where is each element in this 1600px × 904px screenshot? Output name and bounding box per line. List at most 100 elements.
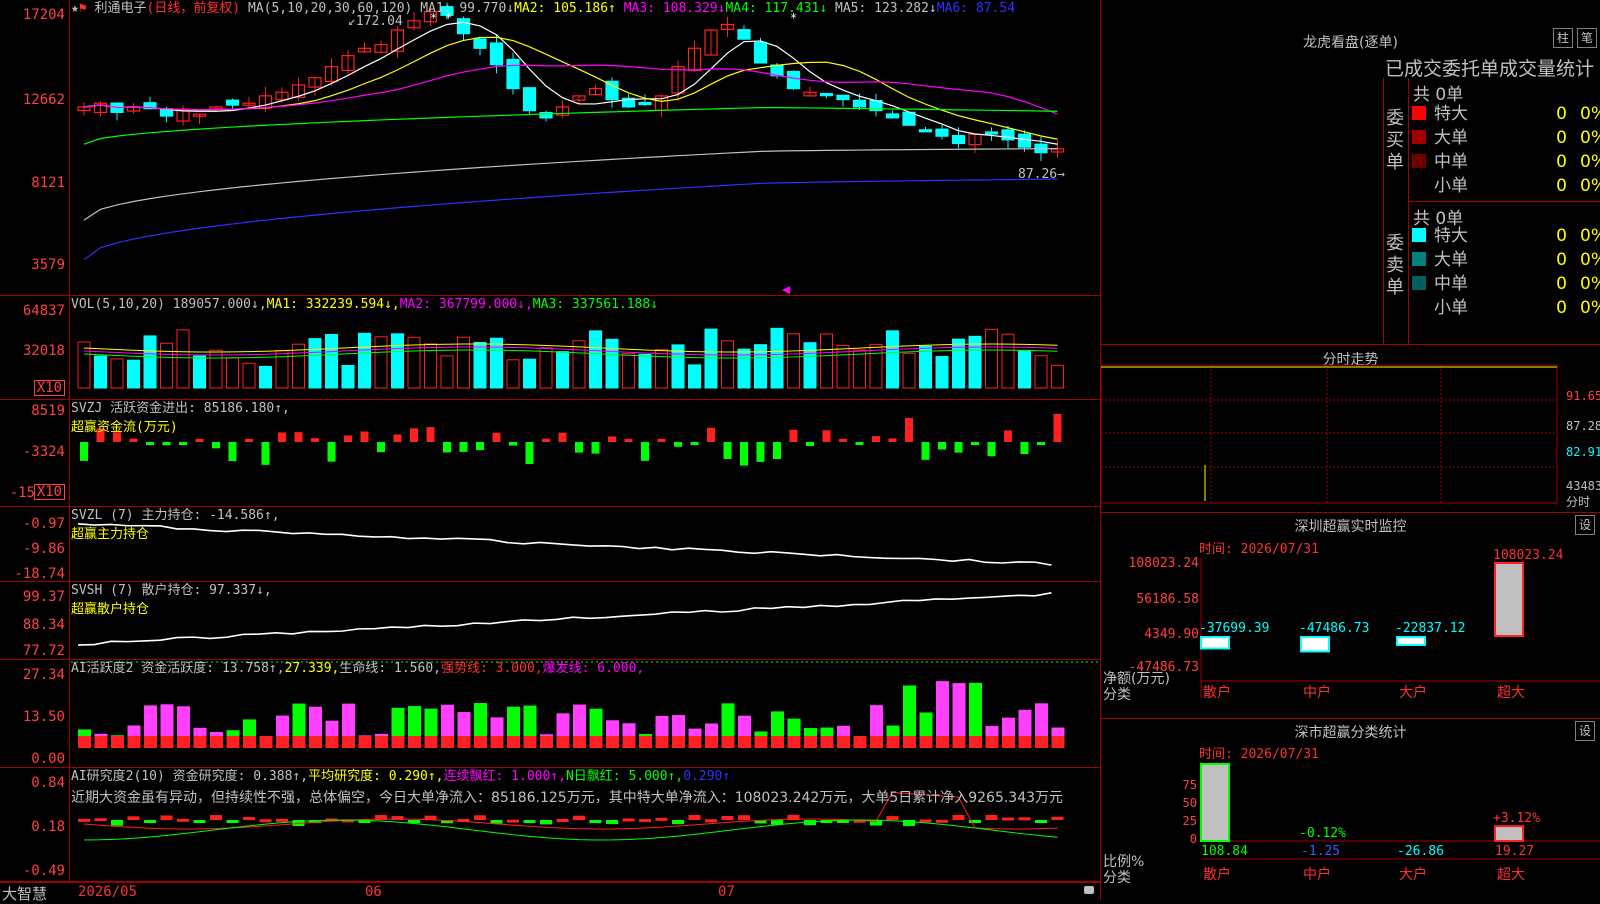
flow-bar [674,442,682,447]
research-bar [111,820,123,826]
volume-bar [721,340,734,389]
retail-holding-line [77,592,1052,646]
flow-bar [525,442,534,465]
candle [506,58,520,90]
stats-value: 19.27 [1495,844,1534,859]
ma4-value: MA4: 117.431↓ [725,1,828,16]
star-icon[interactable]: ★ [71,1,79,16]
svzj-subtitle: 超赢资金流(万元) [71,420,178,435]
svzj-pane[interactable]: 8519 -3324 -15 X10 SVZJ 活跃资金进出: 85186.18… [0,400,1100,507]
flow-bar [261,442,270,465]
research-bar [936,819,948,823]
color-swatch [1412,106,1426,120]
volume-bar [1034,355,1048,389]
research-bar [919,819,932,823]
activity-base [144,736,157,748]
bar-mode-button[interactable]: 柱 [1553,28,1573,48]
volume-bar [77,341,91,389]
fenshi-unit: 分时 [1566,495,1591,509]
flow-bar [773,442,781,460]
candle [984,131,999,135]
research-bar [259,819,272,823]
research-bar [672,820,684,825]
flow-bar [311,438,319,442]
price-chart: * * * [77,2,1065,294]
price-pane[interactable]: 17204 12662 8121 3579 * * * ★⚑ 利通电子(日线，前复权… [0,0,1100,296]
volume-bar [886,330,899,389]
tick-mode-button[interactable]: 笔 [1577,28,1597,48]
flow-bar [839,439,847,442]
monitor-bar [1200,636,1230,650]
monitor-bar [1300,636,1330,653]
research-bar [226,820,239,823]
brand-label: 大智慧 [2,885,48,903]
ai-research-chart [78,791,1064,841]
activity-base [507,736,520,748]
date-label: 07 [718,884,735,900]
cls-label: 分类 [1103,687,1131,703]
volume-bar [589,330,602,389]
row-value: 0 [1556,104,1567,124]
color-swatch [1412,300,1426,314]
activity-base [952,736,966,748]
volume-bar [853,349,866,389]
vol-ma-line [83,343,1058,353]
volume-bar [275,349,289,389]
activity-base [424,736,438,748]
burst-line: 爆发线: 6.000, [542,661,645,676]
flow-bar [492,432,501,442]
activity-base [193,736,207,748]
flow-bar [1037,442,1045,445]
activity-base [606,736,619,748]
row-percent: 0% [1580,104,1600,124]
lock-icon[interactable] [1084,886,1094,894]
ai-research-pane[interactable]: 0.84 0.18 -0.49 AI研究度2(10) 资金研究度: 0.388↑… [0,768,1100,882]
row-value: 0 [1556,298,1567,318]
flag-icon[interactable]: ⚑ [79,1,95,16]
stats-value: 108.84 [1201,844,1248,859]
monitor-bar [1494,562,1524,637]
flow-bar [806,442,814,447]
fenshi-tick: 91.65 [1566,389,1600,403]
svsh-pane[interactable]: 99.37 88.34 77.72 SVSH (7) 散户持仓: 97.337↓… [0,582,1100,660]
candle [951,134,966,145]
volume-bar [539,347,553,389]
volume-bar [770,327,784,389]
low-price-label: 87.26→ [1018,167,1065,182]
volume-pane[interactable]: 64837 32018 X10 VOL(5,10,20) 189057.000↓… [0,296,1100,400]
activity-base [771,736,784,748]
flow-bar [789,429,798,442]
activity-base [276,736,289,748]
flow-bar [377,442,385,453]
research-value: AI研究度2(10) 资金研究度: 0.388↑, [71,769,309,784]
row-label: 中单 [1434,274,1468,294]
svzl-header: SVZL (7) 主力持仓: -14.586↑, [71,508,280,523]
volume-bar [704,328,718,389]
activity-base [919,736,933,748]
activity-base [787,736,801,748]
volume-bar [935,356,949,389]
monitor-chart: 108023.24 56186.58 4349.90 -47486.73 -37699.… [1129,548,1600,701]
monitor-category: 超大 [1497,685,1525,701]
flow-bar [657,439,666,442]
monitor-tick: 56186.58 [1136,592,1199,607]
svzl-pane[interactable]: -0.97 -9.86 -18.74 SVZL (7) 主力持仓: -14.58… [0,507,1100,582]
flow-bar [756,442,765,462]
ma6-value: MA6: 87.54 [936,1,1016,16]
candle [935,128,949,137]
flow-bar [1020,442,1029,455]
activity-base [111,736,124,748]
activity-base [936,736,949,748]
activity-base [177,736,190,748]
volume-bar [391,333,404,389]
candle [605,80,619,101]
stats-category: 中户 [1303,866,1331,883]
volume-bar [985,328,998,389]
flow-bar [179,442,187,445]
flow-bar [987,442,996,457]
row-percent: 0% [1580,226,1600,246]
ai-activity-pane[interactable]: 27.34 13.50 0.00 AI活跃度2 资金活跃度: 13.758↑,2… [0,660,1100,768]
monitor-value: -22837.12 [1395,621,1465,636]
flow-bar [575,442,583,453]
row-value: 0 [1556,226,1567,246]
